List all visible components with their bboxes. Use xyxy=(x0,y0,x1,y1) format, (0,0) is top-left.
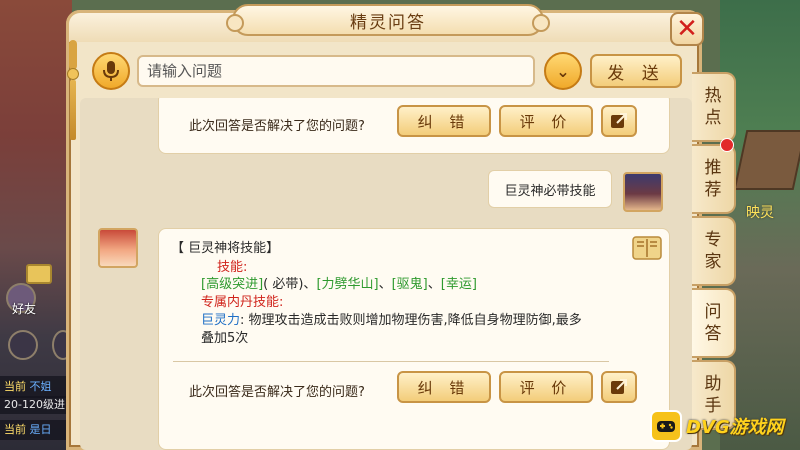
chat-level-line: 20-120级进 xyxy=(0,396,72,414)
share-icon xyxy=(611,113,627,128)
question-input[interactable] xyxy=(137,55,535,87)
feedback-question: 此次回答是否解决了您的问题? xyxy=(189,385,365,400)
channel-text: 是日 xyxy=(29,423,52,436)
tab-expert[interactable]: 专家 xyxy=(692,216,736,286)
user-message-bubble: 巨灵神必带技能 xyxy=(488,170,612,208)
send-button[interactable]: 发 送 xyxy=(590,54,682,88)
pill-skill-name[interactable]: 巨灵力 xyxy=(201,313,240,328)
correct-button[interactable]: 纠 错 xyxy=(397,371,491,403)
tab-label: 专家 xyxy=(704,230,722,272)
gamepad-icon xyxy=(650,410,682,442)
window-title: 精灵问答 xyxy=(350,12,426,33)
pill-skill-label: 专属内丹技能: xyxy=(201,295,284,310)
previous-answer-bubble: 此次回答是否解决了您的问题? 纠 错 评 价 xyxy=(158,98,670,154)
watermark-text: DVG游戏网 xyxy=(686,417,784,438)
book-icon[interactable] xyxy=(631,233,663,261)
rate-button[interactable]: 评 价 xyxy=(499,371,593,403)
skill-note: ( 必带)、 xyxy=(263,277,317,292)
building-roof xyxy=(733,130,800,190)
answer-bubble: 【 巨灵神将技能】 技能: [高级突进]( 必带)、[力劈华山]、[驱鬼]、[幸… xyxy=(158,228,670,450)
bot-avatar xyxy=(98,228,138,268)
channel-label: 当前 xyxy=(4,423,26,436)
close-icon: ✕ xyxy=(676,14,698,44)
answer-heading: 【 巨灵神将技能】 xyxy=(171,241,280,256)
share-button[interactable] xyxy=(601,105,637,137)
chat-bubble-icon[interactable] xyxy=(8,330,38,360)
separator: 、 xyxy=(378,277,392,292)
chevron-down-icon: ⌄ xyxy=(556,61,570,81)
tab-label: 推荐 xyxy=(704,158,722,200)
pill-skill-desc: : 物理攻击造成击败则增加物理伤害,降低自身物理防御,最多 xyxy=(240,313,582,328)
npc-name: 映灵 xyxy=(746,205,774,221)
share-button[interactable] xyxy=(601,371,637,403)
skill-name[interactable]: [高级突进] xyxy=(201,277,263,292)
channel-text: 不姐 xyxy=(29,380,52,393)
skill-name[interactable]: [驱鬼] xyxy=(392,277,428,292)
tab-label: 热点 xyxy=(704,86,722,128)
feedback-question: 此次回答是否解决了您的问题? xyxy=(189,119,365,134)
answer-divider xyxy=(173,361,609,362)
chat-channel-line-1: 当前 不姐 xyxy=(0,376,72,398)
pill-skill-line: 巨灵力: 物理攻击造成击败则增加物理伤害,降低自身物理防御,最多 xyxy=(201,309,582,328)
pill-skill-desc-cont: 叠加5次 xyxy=(201,331,249,346)
history-dropdown-button[interactable]: ⌄ xyxy=(544,52,582,90)
channel-label: 当前 xyxy=(4,380,26,393)
mail-icon[interactable] xyxy=(26,264,52,284)
close-button[interactable]: ✕ xyxy=(670,12,704,46)
user-avatar xyxy=(623,172,663,212)
tab-hot[interactable]: 热点 xyxy=(692,72,736,142)
tassel-ornament xyxy=(67,40,79,140)
skills-list: [高级突进]( 必带)、[力劈华山]、[驱鬼]、[幸运] xyxy=(201,273,477,292)
chat-area[interactable]: 此次回答是否解决了您的问题? 纠 错 评 价 巨灵神必带技能 【 巨灵神将技能】… xyxy=(80,98,692,450)
friends-label: 好友 xyxy=(12,302,37,316)
separator: 、 xyxy=(427,277,441,292)
voice-input-button[interactable] xyxy=(92,52,130,90)
skill-name[interactable]: [幸运] xyxy=(441,277,477,292)
watermark: DVG游戏网 xyxy=(650,406,800,446)
share-icon xyxy=(611,379,627,394)
tab-label: 问答 xyxy=(704,302,722,344)
chat-channel-line-2: 当前 是日 xyxy=(0,420,72,440)
notification-badge xyxy=(720,138,734,152)
tab-qa[interactable]: 问答 xyxy=(692,288,736,358)
tab-recommend[interactable]: 推荐 xyxy=(692,144,736,214)
game-background-left: 好友 当前 不姐 20-120级进 当前 是日 xyxy=(0,0,74,450)
skill-name[interactable]: [力劈华山] xyxy=(316,277,378,292)
rate-button[interactable]: 评 价 xyxy=(499,105,593,137)
correct-button[interactable]: 纠 错 xyxy=(397,105,491,137)
title-plate: 精灵问答 xyxy=(226,4,550,36)
microphone-icon xyxy=(103,61,119,81)
